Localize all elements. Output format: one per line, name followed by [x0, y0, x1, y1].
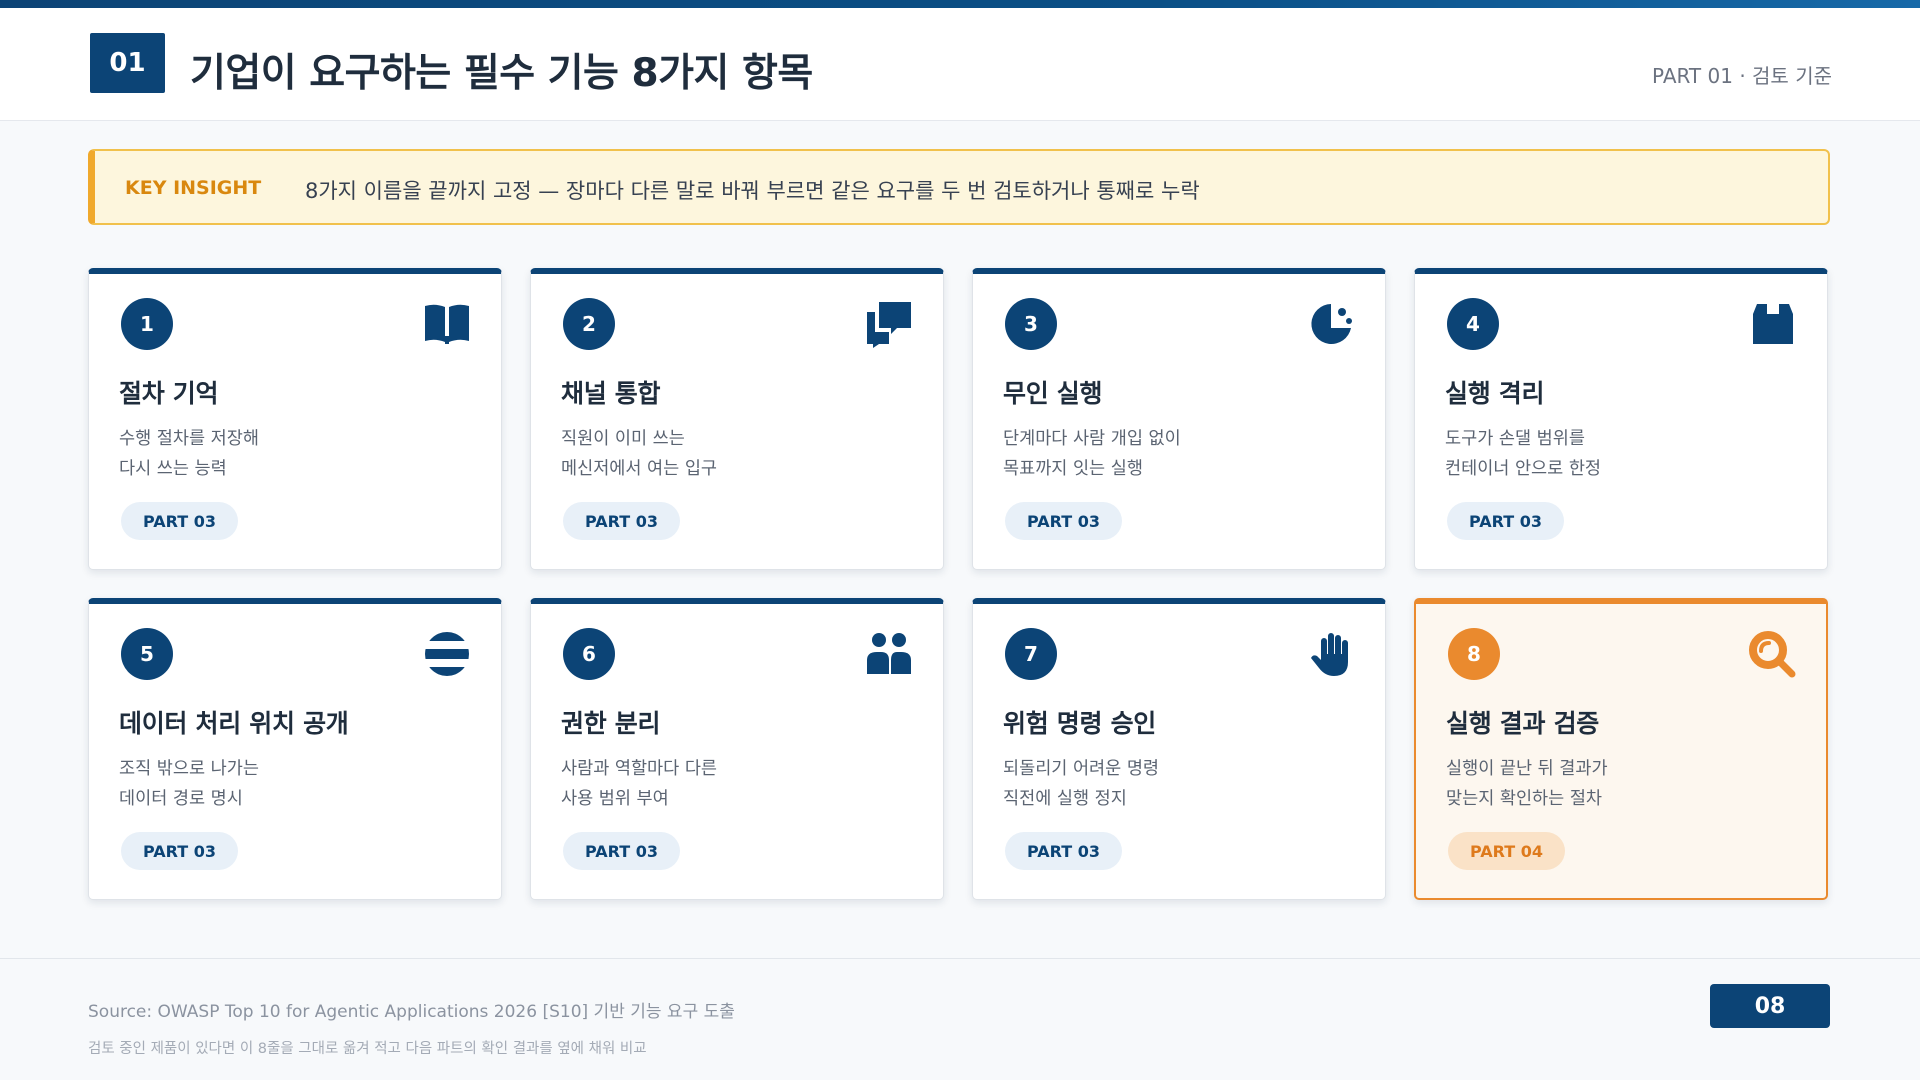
part-tag: PART 03: [1447, 502, 1564, 540]
footer: Source: OWASP Top 10 for Agentic Applica…: [0, 958, 1920, 1080]
part-tag: PART 03: [121, 832, 238, 870]
box-icon: [1749, 300, 1797, 348]
footer-note: 검토 중인 제품이 있다면 이 8줄을 그대로 옮겨 적고 다음 파트의 확인 …: [88, 1041, 647, 1057]
feature-grid: 1 절차 기억 수행 절차를 저장해 다시 쓰는 능력 PART 03 2 채널…: [88, 268, 1828, 900]
card-description: 단계마다 사람 개입 없이 목표까지 잇는 실행: [1003, 424, 1181, 484]
card-description-line: 다시 쓰는 능력: [119, 459, 227, 479]
globe-icon: [423, 630, 471, 678]
card-number: 8: [1448, 628, 1500, 680]
key-insight-label: KEY INSIGHT: [125, 177, 262, 199]
part-label: PART 01 · 검토 기준: [1652, 64, 1832, 88]
card-description-line: 직전에 실행 정지: [1003, 789, 1127, 809]
card-title: 실행 결과 검증: [1446, 709, 1600, 738]
card-description: 수행 절차를 저장해 다시 쓰는 능력: [119, 424, 259, 484]
card-title: 절차 기억: [119, 379, 219, 408]
chat-icon: [865, 300, 913, 348]
card-number: 4: [1447, 298, 1499, 350]
feature-card-highlighted: 8 실행 결과 검증 실행이 끝난 뒤 결과가 맞는지 확인하는 절차 PART…: [1414, 598, 1828, 900]
card-title: 채널 통합: [561, 379, 661, 408]
card-description: 직원이 이미 쓰는 메신저에서 여는 입구: [561, 424, 717, 484]
card-description: 사람과 역할마다 다른 사용 범위 부여: [561, 754, 717, 814]
card-description-line: 실행이 끝난 뒤 결과가: [1446, 759, 1608, 779]
card-description-line: 사람과 역할마다 다른: [561, 759, 718, 779]
card-number: 5: [121, 628, 173, 680]
top-accent-bar: [0, 0, 1920, 8]
card-description-line: 수행 절차를 저장해: [119, 429, 259, 449]
feature-card: 3 무인 실행 단계마다 사람 개입 없이 목표까지 잇는 실행 PART 03: [972, 268, 1386, 570]
card-description-line: 도구가 손댈 범위를: [1445, 429, 1585, 449]
book-icon: [423, 300, 471, 348]
page-number-badge: 08: [1710, 984, 1830, 1028]
key-insight-box: KEY INSIGHT 8가지 이름을 끝까지 고정 — 장마다 다른 말로 바…: [88, 149, 1830, 225]
search-icon: [1748, 630, 1796, 678]
header: 01 기업이 요구하는 필수 기능 8가지 항목 PART 01 · 검토 기준: [0, 8, 1920, 121]
card-description-line: 맞는지 확인하는 절차: [1446, 789, 1603, 809]
card-description: 도구가 손댈 범위를 컨테이너 안으로 한정: [1445, 424, 1601, 484]
section-number-badge: 01: [90, 33, 165, 93]
part-tag: PART 03: [563, 832, 680, 870]
card-title: 데이터 처리 위치 공개: [119, 709, 349, 738]
card-description-line: 단계마다 사람 개입 없이: [1003, 429, 1181, 449]
part-tag: PART 03: [1005, 832, 1122, 870]
slide: 01 기업이 요구하는 필수 기능 8가지 항목 PART 01 · 검토 기준…: [0, 0, 1920, 1080]
card-description: 실행이 끝난 뒤 결과가 맞는지 확인하는 절차: [1446, 754, 1608, 814]
feature-card: 1 절차 기억 수행 절차를 저장해 다시 쓰는 능력 PART 03: [88, 268, 502, 570]
users-icon: [865, 630, 913, 678]
card-number: 7: [1005, 628, 1057, 680]
card-description: 조직 밖으로 나가는 데이터 경로 명시: [119, 754, 259, 814]
card-description: 되돌리기 어려운 명령 직전에 실행 정지: [1003, 754, 1159, 814]
hand-stop-icon: [1307, 630, 1355, 678]
card-description-line: 데이터 경로 명시: [119, 789, 243, 809]
card-number: 6: [563, 628, 615, 680]
card-description-line: 컨테이너 안으로 한정: [1445, 459, 1602, 479]
card-description-line: 조직 밖으로 나가는: [119, 759, 259, 779]
card-description-line: 목표까지 잇는 실행: [1003, 459, 1143, 479]
page-title: 기업이 요구하는 필수 기능 8가지 항목: [190, 51, 813, 96]
card-title: 무인 실행: [1003, 379, 1103, 408]
part-tag: PART 04: [1448, 832, 1565, 870]
card-description-line: 되돌리기 어려운 명령: [1003, 759, 1160, 779]
card-number: 2: [563, 298, 615, 350]
feature-card: 2 채널 통합 직원이 이미 쓰는 메신저에서 여는 입구 PART 03: [530, 268, 944, 570]
feature-card: 6 권한 분리 사람과 역할마다 다른 사용 범위 부여 PART 03: [530, 598, 944, 900]
card-description-line: 사용 범위 부여: [561, 789, 669, 809]
feature-card: 5 데이터 처리 위치 공개 조직 밖으로 나가는 데이터 경로 명시 PART…: [88, 598, 502, 900]
card-number: 3: [1005, 298, 1057, 350]
card-description-line: 메신저에서 여는 입구: [561, 459, 718, 479]
card-number: 1: [121, 298, 173, 350]
card-title: 권한 분리: [561, 709, 661, 738]
feature-card: 4 실행 격리 도구가 손댈 범위를 컨테이너 안으로 한정 PART 03: [1414, 268, 1828, 570]
card-title: 실행 격리: [1445, 379, 1545, 408]
card-title: 위험 명령 승인: [1003, 709, 1157, 738]
card-description-line: 직원이 이미 쓰는: [561, 429, 685, 449]
source-citation: Source: OWASP Top 10 for Agentic Applica…: [88, 1002, 735, 1022]
part-tag: PART 03: [563, 502, 680, 540]
key-insight-text: 8가지 이름을 끝까지 고정 — 장마다 다른 말로 바꿔 부르면 같은 요구를…: [305, 179, 1200, 203]
clock-icon: [1307, 300, 1355, 348]
part-tag: PART 03: [121, 502, 238, 540]
part-tag: PART 03: [1005, 502, 1122, 540]
feature-card: 7 위험 명령 승인 되돌리기 어려운 명령 직전에 실행 정지 PART 03: [972, 598, 1386, 900]
